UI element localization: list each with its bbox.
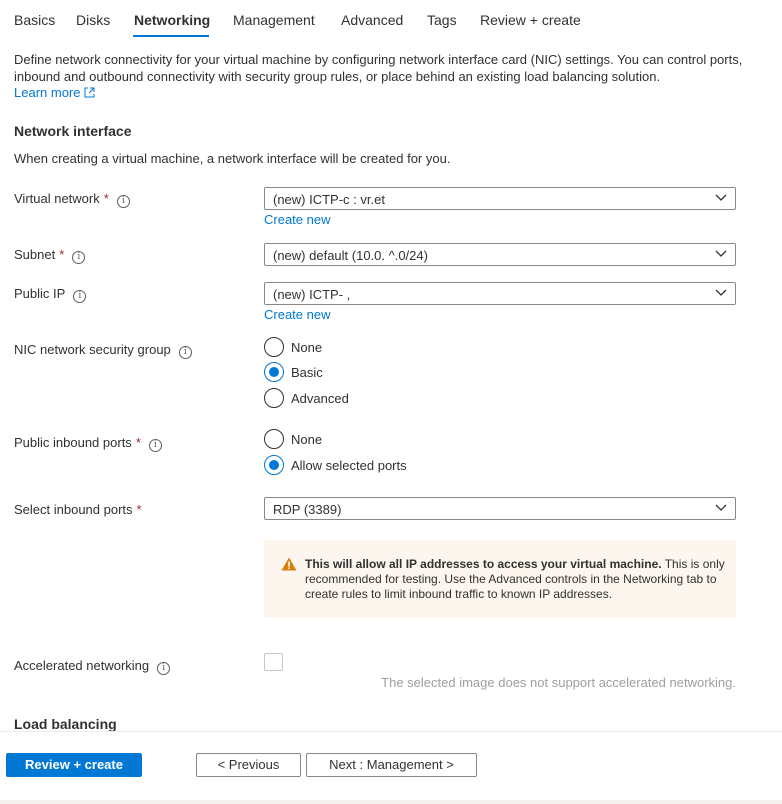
previous-button[interactable]: < Previous (196, 753, 301, 777)
network-interface-subtext: When creating a virtual machine, a netwo… (14, 151, 451, 166)
inbound-ports-option-label: Allow selected ports (291, 458, 407, 473)
virtual-network-label: Virtual network * i (14, 191, 130, 208)
virtual-network-dropdown[interactable]: (new) ICTP-c : vr.et (264, 187, 736, 210)
tab-networking[interactable]: Networking (134, 12, 210, 28)
public-inbound-ports-label-text: Public inbound ports (14, 435, 132, 450)
public-ip-value: (new) ICTP- , (273, 287, 351, 302)
select-inbound-ports-value: RDP (3389) (273, 502, 342, 517)
warning-icon (281, 557, 297, 571)
radio-circle-selected (264, 455, 284, 475)
tab-management[interactable]: Management (233, 12, 315, 28)
next-management-button[interactable]: Next : Management > (306, 753, 477, 777)
required-marker: * (135, 435, 141, 450)
subnet-label: Subnet * i (14, 247, 86, 264)
radio-circle (264, 429, 284, 449)
review-create-button[interactable]: Review + create (6, 753, 142, 777)
external-link-icon (84, 87, 95, 98)
chevron-down-icon (715, 194, 727, 201)
public-ip-label-text: Public IP (14, 286, 66, 301)
accelerated-networking-label: Accelerated networking i (14, 658, 171, 675)
inbound-ports-option-label: None (291, 432, 323, 447)
public-ip-dropdown[interactable]: (new) ICTP- , (264, 282, 736, 305)
learn-more-link[interactable]: Learn more (14, 85, 95, 100)
nsg-option-label: None (291, 340, 323, 355)
subnet-value: (new) default (10.0. ^.0/24) (273, 248, 428, 263)
info-icon[interactable]: i (116, 195, 130, 208)
radio-circle (264, 337, 284, 357)
nic-nsg-label-text: NIC network security group (14, 342, 171, 357)
wizard-footer: Review + create < Previous Next : Manage… (0, 731, 782, 804)
radio-circle-selected (264, 362, 284, 382)
subnet-dropdown[interactable]: (new) default (10.0. ^.0/24) (264, 243, 736, 266)
subnet-label-text: Subnet (14, 247, 56, 262)
tab-tags[interactable]: Tags (427, 12, 457, 28)
learn-more-label: Learn more (14, 85, 81, 100)
public-ip-label: Public IP i (14, 286, 87, 303)
warning-bold-text: This will allow all IP addresses to acce… (305, 557, 662, 571)
info-icon[interactable]: i (148, 439, 162, 452)
wizard-tabs: Basics Disks Networking Management Advan… (0, 0, 782, 40)
bottom-scroll-track (0, 800, 782, 804)
select-inbound-ports-label-text: Select inbound ports (14, 502, 133, 517)
load-balancing-title: Load balancing (14, 716, 117, 732)
info-icon[interactable]: i (72, 251, 86, 264)
nsg-option-label: Basic (291, 365, 323, 380)
nsg-option-label: Advanced (291, 391, 349, 406)
info-icon[interactable]: i (157, 662, 171, 675)
select-inbound-ports-label: Select inbound ports * (14, 502, 142, 517)
required-marker: * (136, 502, 142, 517)
public-ip-create-new-link[interactable]: Create new (264, 307, 330, 322)
tab-disks[interactable]: Disks (76, 12, 110, 28)
required-marker: * (59, 247, 65, 262)
required-marker: * (103, 191, 109, 206)
warning-message-bar: This will allow all IP addresses to acce… (264, 540, 736, 618)
tab-review-create[interactable]: Review + create (480, 12, 581, 28)
virtual-network-value: (new) ICTP-c : vr.et (273, 192, 385, 207)
active-tab-indicator (133, 35, 209, 37)
select-inbound-ports-dropdown[interactable]: RDP (3389) (264, 497, 736, 520)
chevron-down-icon (715, 250, 727, 257)
radio-circle (264, 388, 284, 408)
tab-basics[interactable]: Basics (14, 12, 55, 28)
info-icon[interactable]: i (73, 290, 87, 303)
virtual-network-label-text: Virtual network (14, 191, 100, 206)
virtual-network-create-new-link[interactable]: Create new (264, 212, 330, 227)
accelerated-networking-note: The selected image does not support acce… (381, 675, 736, 690)
accelerated-networking-label-text: Accelerated networking (14, 658, 150, 673)
chevron-down-icon (715, 289, 727, 296)
accelerated-networking-checkbox[interactable] (264, 653, 283, 671)
public-inbound-ports-label: Public inbound ports * i (14, 435, 162, 452)
info-icon[interactable]: i (178, 346, 192, 359)
network-interface-title: Network interface (14, 123, 132, 139)
warning-text: This will allow all IP addresses to acce… (305, 557, 725, 602)
chevron-down-icon (715, 504, 727, 511)
nic-nsg-label: NIC network security group i (14, 342, 192, 359)
tab-advanced[interactable]: Advanced (341, 12, 403, 28)
intro-description: Define network connectivity for your vir… (14, 52, 743, 84)
